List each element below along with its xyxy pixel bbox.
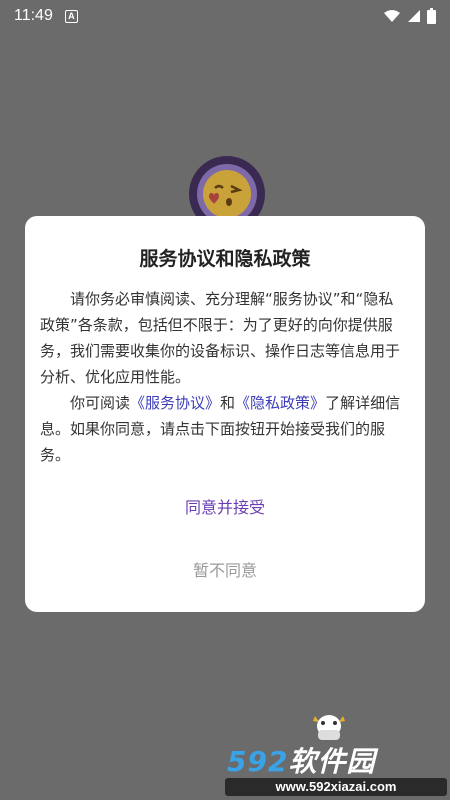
status-icons (383, 8, 436, 24)
dialog-body: 请你务必审慎阅读、充分理解“服务协议”和“隐私政策”各条款，包括但不限于：为了更… (40, 286, 407, 468)
emoji-kiss-icon (197, 164, 257, 224)
dialog-title: 服务协议和隐私政策 (139, 248, 311, 270)
watermark-text: 软件园 (288, 745, 376, 778)
agree-button[interactable]: 同意并接受 (25, 492, 425, 524)
notification-a-icon: A (64, 9, 78, 23)
privacy-policy-link[interactable]: 《隐私政策》 (235, 394, 325, 412)
paragraph-2-prefix: 你可阅读 (70, 394, 131, 412)
privacy-dialog: 服务协议和隐私政策 请你务必审慎阅读、充分理解“服务协议”和“隐私政策”各条款，… (25, 216, 425, 612)
game-controller-mascot-icon (313, 715, 345, 740)
signal-icon (408, 10, 420, 22)
dialog-paragraph-1: 请你务必审慎阅读、充分理解“服务协议”和“隐私政策”各条款，包括但不限于：为了更… (40, 290, 401, 386)
watermark: 592软件园 www.592xiazai.com (225, 712, 447, 798)
and-text: 和 (220, 394, 236, 412)
status-bar: 11:49 A (0, 0, 450, 32)
service-agreement-link[interactable]: 《服务协议》 (130, 394, 220, 412)
dialog-paragraph-2: 你可阅读《服务协议》和《隐私政策》了解详细信息。如果你同意，请点击下面按钮开始接… (40, 390, 407, 468)
wifi-icon (384, 10, 400, 22)
status-time: 11:49 (14, 7, 53, 24)
disagree-button[interactable]: 暂不同意 (25, 555, 425, 587)
watermark-brand: 592软件园 (227, 740, 375, 780)
battery-icon (427, 8, 436, 24)
watermark-number: 592 (227, 745, 289, 778)
watermark-url: www.592xiazai.com (225, 778, 447, 796)
